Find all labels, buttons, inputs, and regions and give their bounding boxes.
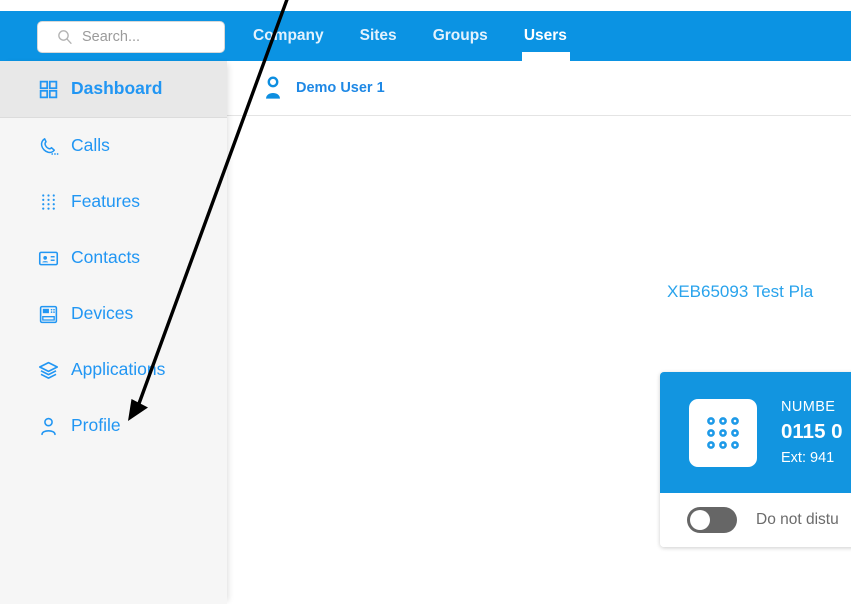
sidebar-item-dashboard[interactable]: Dashboard (0, 61, 227, 118)
sidebar-item-devices[interactable]: Devices (0, 286, 227, 342)
desk-phone-icon (39, 305, 58, 323)
tab-sites[interactable]: Sites (360, 11, 397, 61)
number-card: NUMBE 0115 0 Ext: 941 Do not distu (660, 372, 851, 547)
tab-company[interactable]: Company (253, 11, 324, 61)
sidebar-item-applications[interactable]: Applications (0, 342, 227, 398)
sidebar-item-features[interactable]: Features (0, 174, 227, 230)
sidebar-item-contacts[interactable]: Contacts (0, 230, 227, 286)
person-icon (266, 76, 280, 99)
grid-icon (39, 80, 58, 98)
dialpad-icon (707, 416, 739, 449)
search-icon (58, 30, 72, 44)
number-card-header: NUMBE 0115 0 Ext: 941 (660, 372, 851, 493)
user-header: Demo User 1 (227, 61, 851, 116)
do-not-disturb-toggle[interactable] (687, 507, 737, 533)
sidebar-item-profile[interactable]: Profile (0, 398, 227, 454)
top-nav-tabs: Company Sites Groups Users (253, 11, 603, 62)
sidebar-item-label: Devices (71, 303, 134, 324)
extension-label: Ext: 941 (781, 450, 835, 466)
tab-groups[interactable]: Groups (433, 11, 488, 61)
sidebar-item-label: Calls (71, 135, 110, 156)
person-icon (41, 417, 56, 435)
dialpad-icon-box (689, 398, 757, 467)
sidebar-item-label: Contacts (71, 247, 141, 268)
toggle-knob (690, 510, 710, 530)
tab-users[interactable]: Users (521, 11, 570, 62)
plan-label: XEB65093 Test Pla (667, 282, 814, 301)
number-label: NUMBE (781, 399, 836, 415)
sidebar-item-label: Features (71, 191, 141, 212)
number-card-footer: Do not distu (660, 493, 851, 547)
sidebar-item-label: Profile (71, 415, 121, 436)
user-name: Demo User 1 (296, 80, 385, 96)
dots-grid-icon (42, 193, 55, 210)
number-card-text: NUMBE 0115 0 Ext: 941 (781, 399, 843, 466)
phone-icon (40, 137, 59, 155)
sidebar: Dashboard Calls Features Contacts Device… (0, 61, 227, 604)
do-not-disturb-label: Do not distu (756, 511, 839, 528)
contact-card-icon (38, 251, 59, 265)
main-content: Demo User 1 XEB65093 Test Pla NUMBE 0115… (227, 61, 851, 604)
search-box[interactable] (37, 21, 225, 53)
number-value: 0115 0 (781, 420, 843, 443)
layers-icon (38, 361, 59, 379)
sidebar-item-label: Dashboard (71, 78, 163, 99)
search-input[interactable] (82, 29, 212, 45)
sidebar-item-calls[interactable]: Calls (0, 118, 227, 174)
sidebar-item-label: Applications (71, 359, 166, 380)
